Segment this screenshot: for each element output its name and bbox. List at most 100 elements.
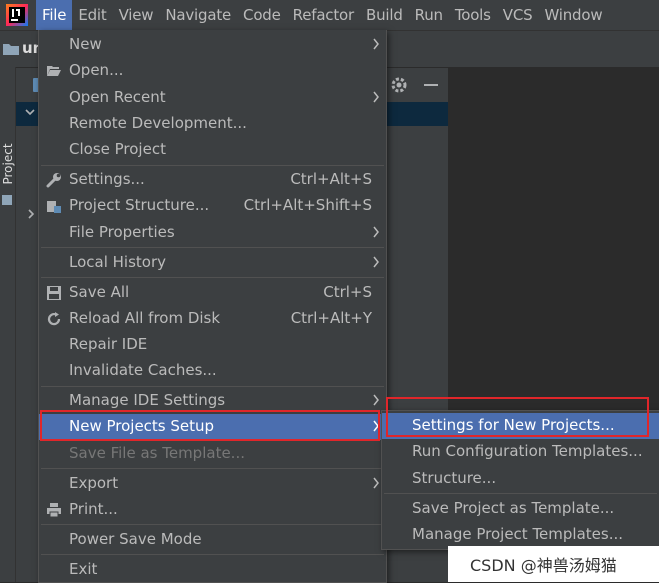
menu-item-label: Manage IDE Settings xyxy=(69,391,226,409)
menu-item-label: Export xyxy=(69,474,119,492)
menu-item-label: Exit xyxy=(69,560,98,578)
wrench-icon xyxy=(45,171,63,189)
submenu-arrow-icon xyxy=(373,477,379,489)
menu-tools-label: Tools xyxy=(454,6,491,24)
menu-item-label: Reload All from Disk xyxy=(69,309,221,327)
menu-vcs[interactable]: VCS xyxy=(497,0,539,30)
menu-item-remote-development[interactable]: Remote Development... xyxy=(39,111,386,137)
menu-build[interactable]: Build xyxy=(360,0,409,30)
menu-item-export[interactable]: Export xyxy=(39,471,386,497)
menu-item-manage-ide-settings[interactable]: Manage IDE Settings xyxy=(39,388,386,414)
submenu-item-structure[interactable]: Structure... xyxy=(382,466,659,492)
menu-navigate-label: Navigate xyxy=(165,6,232,24)
menu-item-settings[interactable]: Settings... Ctrl+Alt+S xyxy=(39,167,386,193)
submenu-arrow-icon xyxy=(373,420,379,432)
menu-item-label: Invalidate Caches... xyxy=(69,361,217,379)
menu-code-label: Code xyxy=(243,6,281,24)
chevron-down-icon[interactable] xyxy=(24,106,36,118)
save-icon xyxy=(45,284,63,302)
new-projects-setup-submenu: Settings for New Projects... Run Configu… xyxy=(381,410,659,550)
menu-view[interactable]: View xyxy=(113,0,160,30)
menu-code[interactable]: Code xyxy=(237,0,287,30)
shortcut-label: Ctrl+S xyxy=(323,283,372,301)
menu-separator xyxy=(41,468,384,469)
menu-separator xyxy=(41,386,384,387)
menu-run-label: Run xyxy=(414,6,443,24)
menu-vcs-label: VCS xyxy=(502,6,533,24)
submenu-item-label: Manage Project Templates... xyxy=(412,525,624,543)
folder-icon xyxy=(3,44,19,55)
menu-item-label: Print... xyxy=(69,500,118,518)
menu-item-label: Repair IDE xyxy=(69,335,148,353)
menu-item-label: Open Recent xyxy=(69,88,166,106)
submenu-item-manage-project-templates[interactable]: Manage Project Templates... xyxy=(382,522,659,548)
menu-item-close-project[interactable]: Close Project xyxy=(39,137,386,163)
menu-separator xyxy=(41,524,384,525)
menu-run[interactable]: Run xyxy=(409,0,449,30)
menu-item-save-all[interactable]: Save All Ctrl+S xyxy=(39,280,386,306)
menu-item-save-file-as-template[interactable]: Save File as Template... xyxy=(39,441,386,467)
submenu-item-save-project-as-template[interactable]: Save Project as Template... xyxy=(382,496,659,522)
menu-build-label: Build xyxy=(365,6,403,24)
menu-separator xyxy=(41,277,384,278)
menu-item-invalidate-caches[interactable]: Invalidate Caches... xyxy=(39,358,386,384)
menu-item-local-history[interactable]: Local History xyxy=(39,250,386,276)
left-tool-strip: Project xyxy=(0,67,16,582)
menu-item-label: Open... xyxy=(69,61,124,79)
menu-window-label: Window xyxy=(544,6,603,24)
menu-item-label: Project Structure... xyxy=(69,196,210,214)
menu-item-power-save-mode[interactable]: Power Save Mode xyxy=(39,527,386,553)
menu-item-repair-ide[interactable]: Repair IDE xyxy=(39,332,386,358)
menu-item-label: New Projects Setup xyxy=(69,417,215,435)
open-folder-icon xyxy=(45,62,63,80)
shortcut-label: Ctrl+Alt+Shift+S xyxy=(243,196,372,214)
folder-icon xyxy=(2,195,12,205)
project-tool-window-button[interactable]: Project xyxy=(1,142,15,186)
file-menu-dropdown: New Open... Open Recent Remote Developme… xyxy=(38,30,387,583)
menu-item-open[interactable]: Open... xyxy=(39,58,386,84)
menu-item-project-structure[interactable]: Project Structure... Ctrl+Alt+Shift+S xyxy=(39,193,386,219)
menu-item-label: New xyxy=(69,35,102,53)
submenu-arrow-icon xyxy=(373,91,379,103)
submenu-item-run-configuration-templates[interactable]: Run Configuration Templates... xyxy=(382,439,659,465)
menu-item-label: Settings... xyxy=(69,170,145,188)
menu-item-new-projects-setup[interactable]: New Projects Setup xyxy=(39,414,386,440)
submenu-item-label: Save Project as Template... xyxy=(412,499,615,517)
menu-file-label: File xyxy=(42,6,67,24)
intellij-logo-icon[interactable] xyxy=(4,2,30,28)
menu-tools[interactable]: Tools xyxy=(449,0,497,30)
menu-separator xyxy=(41,165,384,166)
project-structure-icon xyxy=(45,197,63,215)
submenu-item-label: Settings for New Projects... xyxy=(412,416,615,434)
menu-edit[interactable]: Edit xyxy=(72,0,112,30)
menu-navigate[interactable]: Navigate xyxy=(159,0,237,30)
menu-refactor-label: Refactor xyxy=(292,6,355,24)
menu-item-file-properties[interactable]: File Properties xyxy=(39,220,386,246)
menu-refactor[interactable]: Refactor xyxy=(287,0,360,30)
menu-item-print[interactable]: Print... xyxy=(39,497,386,523)
submenu-item-settings-for-new-projects[interactable]: Settings for New Projects... xyxy=(382,413,659,439)
minimize-icon[interactable] xyxy=(424,84,438,86)
menu-item-label: Power Save Mode xyxy=(69,530,202,548)
menu-item-label: Remote Development... xyxy=(69,114,247,132)
menu-item-new[interactable]: New xyxy=(39,32,386,58)
refresh-icon xyxy=(45,310,63,328)
chevron-right-icon[interactable] xyxy=(26,208,36,220)
shortcut-label: Ctrl+Alt+Y xyxy=(290,309,372,327)
menu-bar: File Edit View Navigate Code Refactor Bu… xyxy=(0,0,659,31)
submenu-item-label: Structure... xyxy=(412,469,497,487)
menu-edit-label: Edit xyxy=(78,6,107,24)
menu-item-label: Local History xyxy=(69,253,167,271)
menu-item-label: File Properties xyxy=(69,223,175,241)
menu-file[interactable]: File xyxy=(36,0,73,30)
menu-window[interactable]: Window xyxy=(538,0,608,30)
shortcut-label: Ctrl+Alt+S xyxy=(290,170,372,188)
menu-item-exit[interactable]: Exit xyxy=(39,557,386,583)
menu-item-open-recent[interactable]: Open Recent xyxy=(39,85,386,111)
menu-item-reload-all[interactable]: Reload All from Disk Ctrl+Alt+Y xyxy=(39,306,386,332)
submenu-arrow-icon xyxy=(373,394,379,406)
submenu-item-label: Run Configuration Templates... xyxy=(412,442,643,460)
submenu-arrow-icon xyxy=(373,256,379,268)
menu-separator xyxy=(41,554,384,555)
gear-icon[interactable] xyxy=(390,76,408,94)
